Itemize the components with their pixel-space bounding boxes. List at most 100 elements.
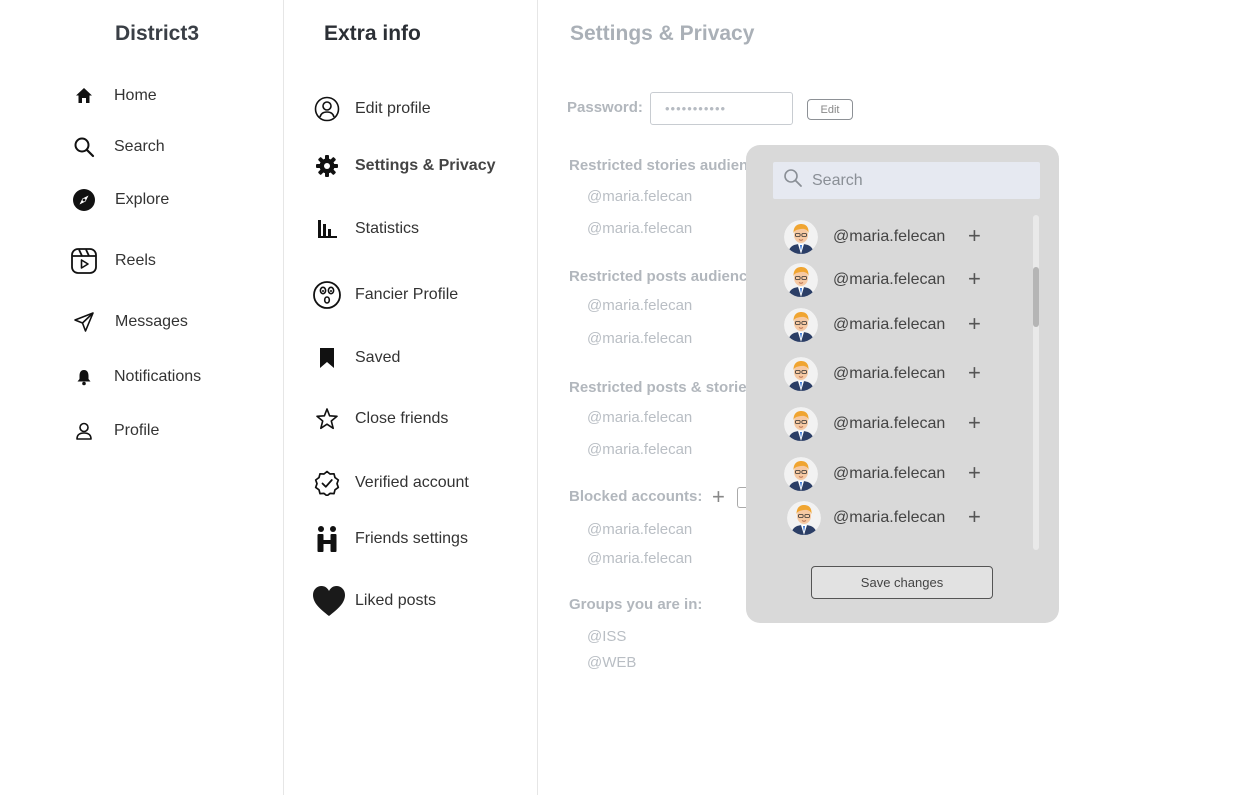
nav-item-search[interactable]: Search bbox=[70, 133, 165, 161]
nav-label-search: Search bbox=[114, 138, 165, 155]
menu-label-friends-settings: Friends settings bbox=[355, 530, 468, 547]
password-label: Password: bbox=[567, 99, 643, 116]
menu-label-edit-profile: Edit profile bbox=[355, 100, 431, 117]
blocked-accounts-title: Blocked accounts: bbox=[569, 488, 703, 505]
brand-logo-text[interactable]: District3 bbox=[115, 22, 199, 46]
add-user-button[interactable]: + bbox=[968, 223, 981, 249]
popup-username: @maria.felecan bbox=[833, 465, 946, 482]
menu-item-friends-settings[interactable]: Friends settings bbox=[312, 524, 468, 554]
menu-label-settings-privacy: Settings & Privacy bbox=[355, 157, 496, 174]
popup-username: @maria.felecan bbox=[833, 316, 946, 333]
add-user-button[interactable]: + bbox=[968, 311, 981, 337]
menu-item-statistics[interactable]: Statistics bbox=[312, 214, 419, 244]
settings-title: Settings & Privacy bbox=[570, 22, 755, 45]
menu-item-verified-account[interactable]: Verified account bbox=[312, 468, 469, 498]
nav-item-profile[interactable]: Profile bbox=[70, 417, 159, 445]
nav-item-explore[interactable]: Explore bbox=[70, 186, 169, 214]
menu-label-saved: Saved bbox=[355, 349, 401, 366]
compass-icon bbox=[70, 186, 98, 214]
menu-label-close-friends: Close friends bbox=[355, 410, 449, 427]
main-navigation: District3 Home Search Explore Reels Mess… bbox=[0, 0, 284, 795]
send-icon bbox=[70, 308, 98, 336]
nav-item-notifications[interactable]: Notifications bbox=[70, 363, 201, 391]
add-user-button[interactable]: + bbox=[968, 266, 981, 292]
nav-label-notifications: Notifications bbox=[114, 368, 202, 385]
bookmark-icon bbox=[312, 343, 342, 373]
groups-title: Groups you are in: bbox=[569, 596, 703, 613]
popup-user-row[interactable]: @maria.felecan + bbox=[784, 219, 994, 255]
restricted-stories-user: @maria.felecan bbox=[587, 220, 693, 237]
star-icon bbox=[312, 404, 342, 434]
popup-user-row[interactable]: @maria.felecan + bbox=[784, 500, 994, 536]
nav-item-reels[interactable]: Reels bbox=[70, 247, 156, 275]
restricted-posts-title: Restricted posts audience: bbox=[569, 268, 761, 285]
avatar bbox=[784, 457, 818, 491]
add-blocked-account-button[interactable]: + bbox=[712, 484, 725, 510]
popup-user-row[interactable]: @maria.felecan + bbox=[784, 456, 994, 492]
menu-label-statistics: Statistics bbox=[355, 220, 420, 237]
nav-item-home[interactable]: Home bbox=[70, 82, 157, 110]
menu-label-verified-account: Verified account bbox=[355, 474, 469, 491]
restricted-posts-stories-user: @maria.felecan bbox=[587, 409, 693, 426]
nav-item-messages[interactable]: Messages bbox=[70, 308, 188, 336]
avatar bbox=[787, 501, 821, 535]
verified-badge-icon bbox=[312, 468, 342, 498]
restricted-posts-stories-user: @maria.felecan bbox=[587, 441, 693, 458]
popup-scrollbar-thumb[interactable] bbox=[1033, 267, 1039, 327]
blocked-account-user: @maria.felecan bbox=[587, 521, 693, 538]
search-icon bbox=[70, 133, 98, 161]
gear-icon bbox=[312, 151, 342, 181]
password-field[interactable] bbox=[650, 92, 793, 125]
avatar bbox=[784, 308, 818, 342]
friends-icon bbox=[312, 524, 342, 554]
menu-item-saved[interactable]: Saved bbox=[312, 343, 400, 373]
popup-username: @maria.felecan bbox=[833, 415, 946, 432]
popup-scrollbar[interactable] bbox=[1033, 215, 1039, 550]
restricted-posts-stories-title: Restricted posts & stories: bbox=[569, 379, 760, 396]
nav-label-reels: Reels bbox=[115, 252, 156, 269]
menu-label-fancier-profile: Fancier Profile bbox=[355, 286, 459, 303]
popup-username: @maria.felecan bbox=[833, 271, 946, 288]
add-user-button[interactable]: + bbox=[968, 410, 981, 436]
add-user-popup: @maria.felecan + @maria.felecan + @maria.f… bbox=[746, 145, 1059, 623]
menu-item-close-friends[interactable]: Close friends bbox=[312, 404, 448, 434]
heart-icon bbox=[312, 584, 346, 618]
popup-user-row[interactable]: @maria.felecan + bbox=[784, 262, 994, 298]
avatar bbox=[784, 220, 818, 254]
bar-chart-icon bbox=[312, 214, 342, 244]
nav-label-profile: Profile bbox=[114, 422, 160, 439]
nav-label-messages: Messages bbox=[115, 313, 188, 330]
edit-password-button[interactable]: Edit bbox=[807, 99, 853, 120]
popup-username: @maria.felecan bbox=[833, 509, 946, 526]
group-item[interactable]: @ISS bbox=[587, 628, 626, 645]
bell-icon bbox=[70, 363, 98, 391]
popup-user-row[interactable]: @maria.felecan + bbox=[784, 406, 994, 442]
reels-icon bbox=[70, 247, 98, 275]
popup-search-input[interactable] bbox=[812, 171, 1012, 190]
menu-item-fancier-profile[interactable]: Fancier Profile bbox=[312, 280, 458, 310]
save-changes-button[interactable]: Save changes bbox=[811, 566, 993, 599]
blocked-account-user: @maria.felecan bbox=[587, 550, 693, 567]
menu-item-edit-profile[interactable]: Edit profile bbox=[312, 94, 431, 124]
avatar bbox=[784, 357, 818, 391]
add-user-button[interactable]: + bbox=[968, 460, 981, 486]
restricted-posts-user: @maria.felecan bbox=[587, 297, 693, 314]
avatar bbox=[784, 407, 818, 441]
popup-user-row[interactable]: @maria.felecan + bbox=[784, 356, 994, 392]
group-item[interactable]: @WEB bbox=[587, 654, 636, 671]
extra-info-title: Extra info bbox=[324, 22, 421, 45]
nav-label-explore: Explore bbox=[115, 191, 170, 208]
extra-info-panel: Extra info Edit profile Settings & Priva… bbox=[284, 0, 538, 795]
avatar bbox=[784, 263, 818, 297]
popup-user-row[interactable]: @maria.felecan + bbox=[784, 307, 994, 343]
restricted-stories-title: Restricted stories audience: bbox=[569, 157, 770, 174]
menu-item-settings-privacy[interactable]: Settings & Privacy bbox=[312, 151, 496, 181]
user-circle-icon bbox=[312, 94, 342, 124]
nav-label-home: Home bbox=[114, 87, 157, 104]
add-user-button[interactable]: + bbox=[968, 360, 981, 386]
add-user-button[interactable]: + bbox=[968, 504, 981, 530]
menu-item-liked-posts[interactable]: Liked posts bbox=[312, 584, 436, 618]
restricted-posts-user: @maria.felecan bbox=[587, 330, 693, 347]
restricted-stories-user: @maria.felecan bbox=[587, 188, 693, 205]
popup-search-bar[interactable] bbox=[773, 162, 1040, 199]
